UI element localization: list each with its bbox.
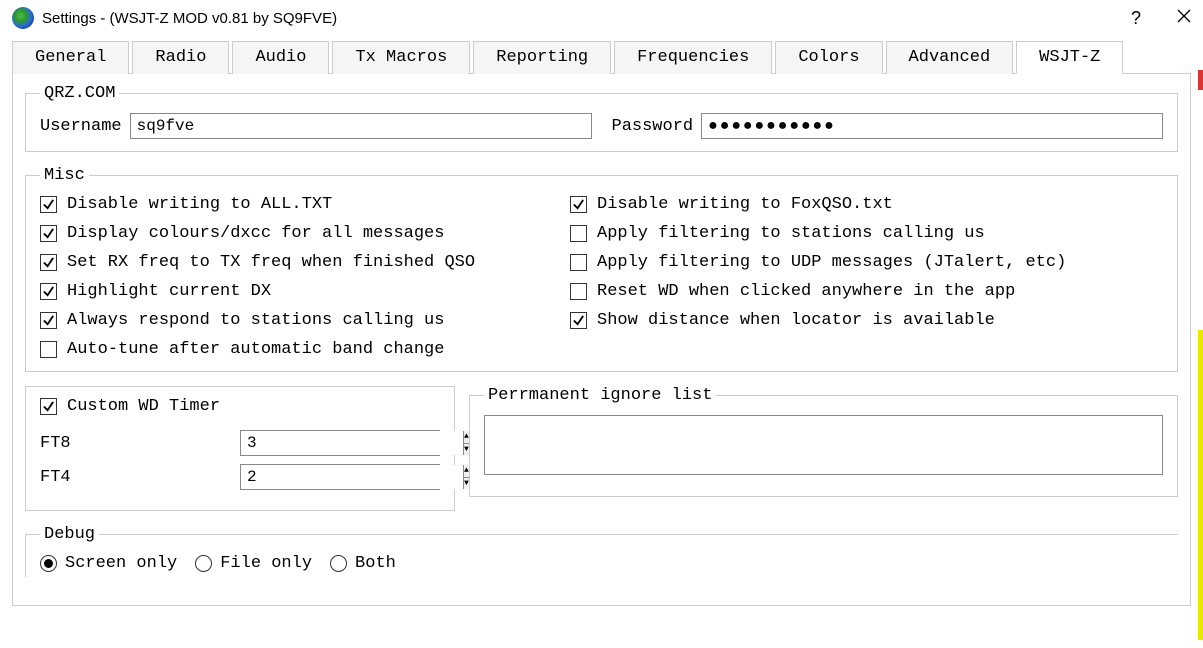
qrz-legend: QRZ.COM — [40, 84, 119, 103]
misc-label-2: Display colours/dxcc for all messages — [67, 224, 444, 243]
debug-group: Debug Screen only File only Both — [25, 525, 1178, 577]
misc-label-0: Disable writing to ALL.TXT — [67, 195, 332, 214]
misc-checkbox-1[interactable] — [570, 196, 587, 213]
misc-checkbox-10[interactable] — [40, 341, 57, 358]
tab-wsjt-z[interactable]: WSJT-Z — [1016, 41, 1123, 74]
close-icon[interactable] — [1177, 9, 1191, 28]
scrollbar-highlight — [1198, 330, 1203, 640]
misc-item-7: Reset WD when clicked anywhere in the ap… — [570, 282, 1163, 301]
misc-item-1: Disable writing to FoxQSO.txt — [570, 195, 1163, 214]
custom-wd-timer-checkbox[interactable] — [40, 398, 57, 415]
radio-label: Screen only — [65, 554, 177, 573]
username-label: Username — [40, 117, 122, 136]
misc-item-10: Auto-tune after automatic band change — [40, 340, 560, 359]
misc-label-1: Disable writing to FoxQSO.txt — [597, 195, 893, 214]
window-title: Settings - (WSJT-Z MOD v0.81 by SQ9FVE) — [42, 10, 1131, 27]
ignore-list-group: Perrmanent ignore list — [469, 386, 1178, 497]
ft4-value[interactable] — [241, 465, 463, 489]
ft8-spinner[interactable]: ▲ ▼ — [240, 430, 440, 456]
password-label: Password — [612, 117, 694, 136]
titlebar: Settings - (WSJT-Z MOD v0.81 by SQ9FVE) … — [0, 0, 1203, 36]
misc-label-3: Apply filtering to stations calling us — [597, 224, 985, 243]
misc-label-5: Apply filtering to UDP messages (JTalert… — [597, 253, 1066, 272]
custom-wd-timer-group: Custom WD Timer FT8 ▲ ▼ FT4 — [25, 386, 455, 511]
custom-wd-timer-label: Custom WD Timer — [67, 397, 220, 416]
tab-reporting[interactable]: Reporting — [473, 41, 611, 74]
ignore-list-textarea[interactable] — [484, 415, 1163, 475]
tab-audio[interactable]: Audio — [232, 41, 329, 74]
misc-label-10: Auto-tune after automatic band change — [67, 340, 444, 359]
misc-item-6: Highlight current DX — [40, 282, 560, 301]
ft8-label: FT8 — [40, 434, 240, 453]
qrz-group: QRZ.COM Username Password — [25, 84, 1178, 152]
misc-checkbox-6[interactable] — [40, 283, 57, 300]
misc-item-5: Apply filtering to UDP messages (JTalert… — [570, 253, 1163, 272]
radio-label: Both — [355, 554, 396, 573]
misc-legend: Misc — [40, 166, 89, 185]
tab-advanced[interactable]: Advanced — [886, 41, 1014, 74]
misc-checkbox-3[interactable] — [570, 225, 587, 242]
username-input[interactable] — [130, 113, 592, 139]
misc-checkbox-2[interactable] — [40, 225, 57, 242]
app-icon — [12, 7, 34, 29]
misc-checkbox-8[interactable] — [40, 312, 57, 329]
misc-checkbox-7[interactable] — [570, 283, 587, 300]
misc-item-8: Always respond to stations calling us — [40, 311, 560, 330]
tab-frequencies[interactable]: Frequencies — [614, 41, 772, 74]
debug-legend: Debug — [40, 525, 99, 544]
ft4-label: FT4 — [40, 468, 240, 487]
debug-radio-both[interactable]: Both — [330, 554, 396, 573]
tab-tx-macros[interactable]: Tx Macros — [332, 41, 470, 74]
misc-label-6: Highlight current DX — [67, 282, 271, 301]
ft8-value[interactable] — [241, 431, 463, 455]
password-input[interactable] — [701, 113, 1163, 139]
misc-label-9: Show distance when locator is available — [597, 311, 995, 330]
misc-item-2: Display colours/dxcc for all messages — [40, 224, 560, 243]
debug-radio-file-only[interactable]: File only — [195, 554, 312, 573]
misc-group: Misc Disable writing to ALL.TXT Disable w… — [25, 166, 1178, 372]
radio-icon — [195, 555, 212, 572]
radio-icon — [40, 555, 57, 572]
tab-colors[interactable]: Colors — [775, 41, 882, 74]
misc-checkbox-9[interactable] — [570, 312, 587, 329]
misc-checkbox-5[interactable] — [570, 254, 587, 271]
ignore-list-legend: Perrmanent ignore list — [484, 386, 716, 405]
radio-icon — [330, 555, 347, 572]
help-icon[interactable]: ? — [1131, 8, 1141, 29]
tab-panel-wsjt-z: QRZ.COM Username Password Misc Disable w… — [12, 74, 1191, 606]
misc-item-4: Set RX freq to TX freq when finished QSO — [40, 253, 560, 272]
ft4-spinner[interactable]: ▲ ▼ — [240, 464, 440, 490]
debug-radio-screen-only[interactable]: Screen only — [40, 554, 177, 573]
misc-item-0: Disable writing to ALL.TXT — [40, 195, 560, 214]
tabstrip: GeneralRadioAudioTx MacrosReportingFrequ… — [12, 40, 1191, 74]
tab-radio[interactable]: Radio — [132, 41, 229, 74]
misc-label-4: Set RX freq to TX freq when finished QSO — [67, 253, 475, 272]
misc-label-8: Always respond to stations calling us — [67, 311, 444, 330]
radio-label: File only — [220, 554, 312, 573]
misc-item-9: Show distance when locator is available — [570, 311, 1163, 330]
misc-checkbox-4[interactable] — [40, 254, 57, 271]
scrollbar-mark — [1198, 70, 1203, 90]
misc-label-7: Reset WD when clicked anywhere in the ap… — [597, 282, 1015, 301]
tab-general[interactable]: General — [12, 41, 129, 74]
misc-item-3: Apply filtering to stations calling us — [570, 224, 1163, 243]
misc-checkbox-0[interactable] — [40, 196, 57, 213]
